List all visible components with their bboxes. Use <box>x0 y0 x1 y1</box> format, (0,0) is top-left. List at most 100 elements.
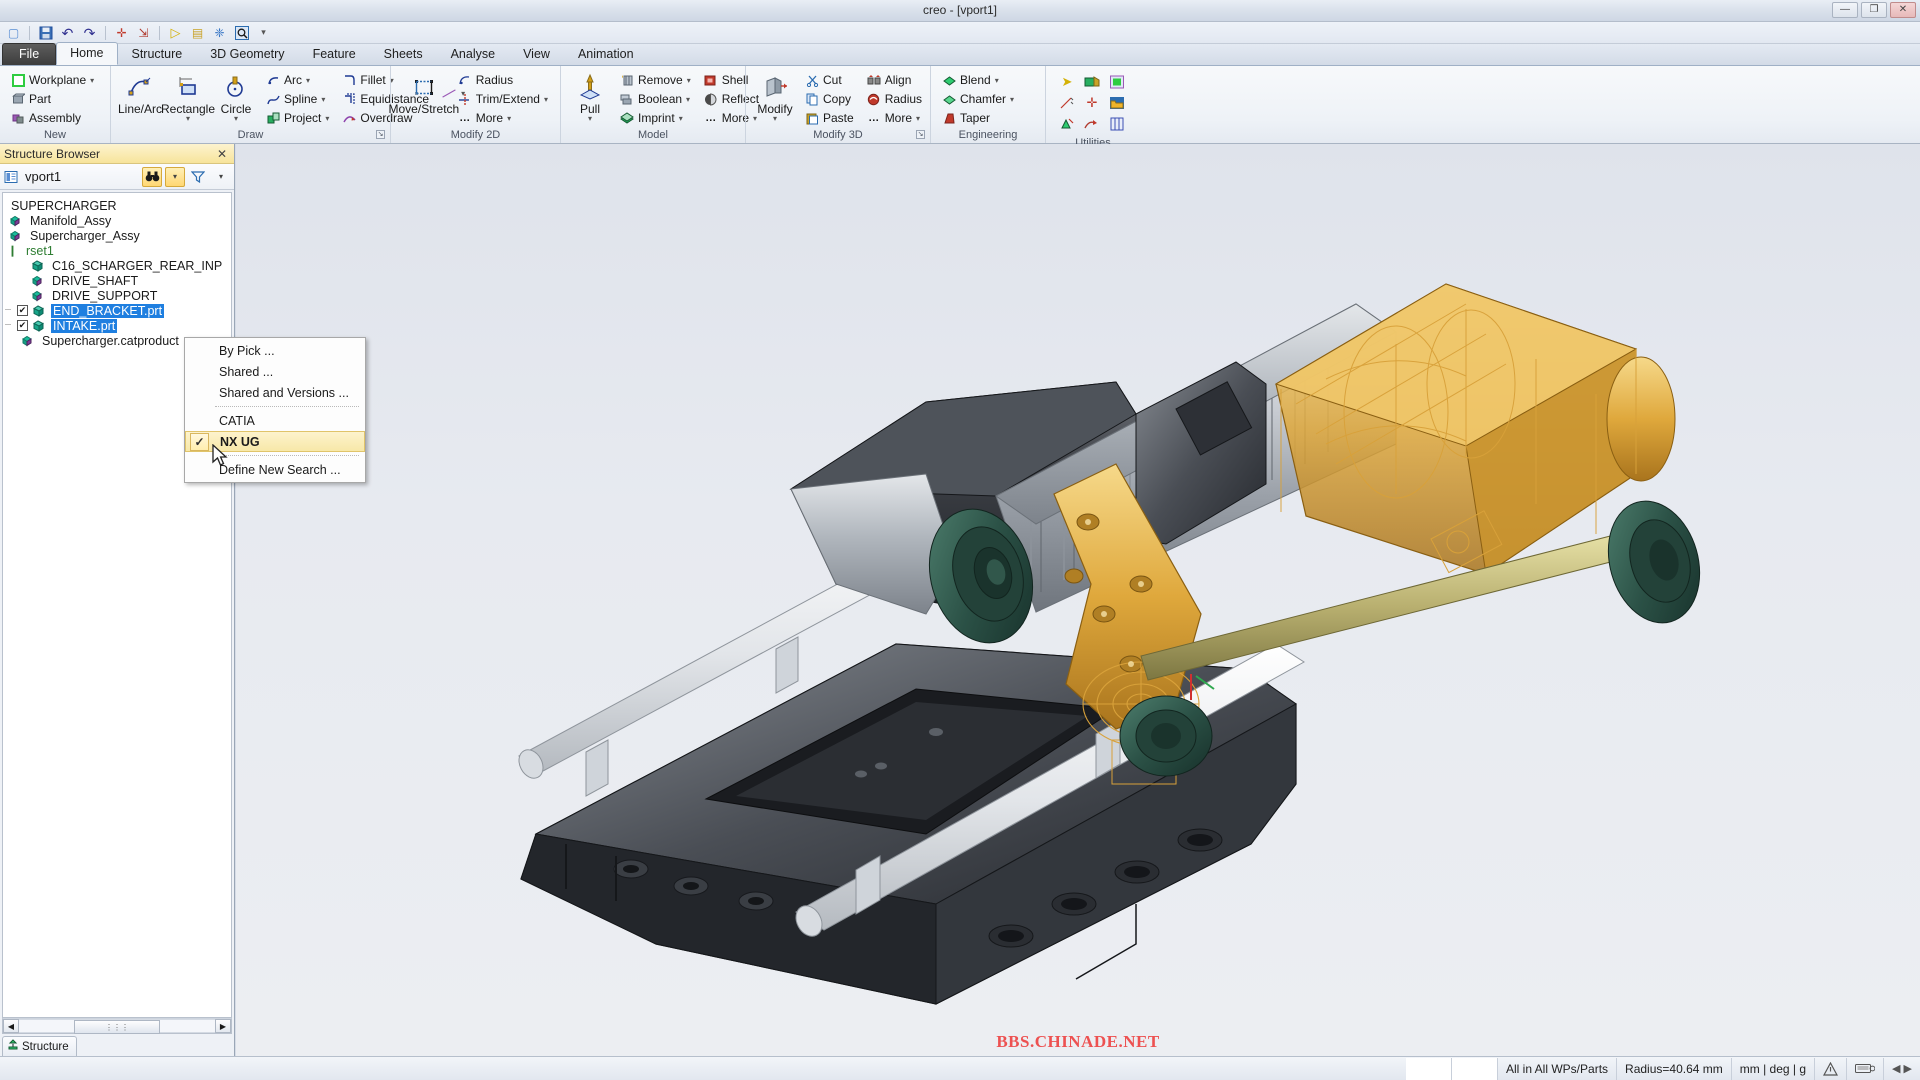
close-button[interactable]: ✕ <box>1890 2 1916 18</box>
menu-item-by-pick[interactable]: By Pick ... <box>185 340 365 361</box>
tree-item-supercharger[interactable]: SUPERCHARGER <box>3 198 231 213</box>
undo-icon[interactable]: ↶ <box>58 24 77 42</box>
tab-structure[interactable]: Structure <box>118 43 197 65</box>
point-cloud-icon[interactable]: ✛ <box>1080 93 1104 113</box>
save-icon[interactable] <box>36 24 55 42</box>
tree-item-intake[interactable]: ┄ ✔ INTAKE.prt <box>3 318 231 333</box>
open-folder-icon[interactable] <box>1105 93 1129 113</box>
tree-item-supercharger-assy[interactable]: Supercharger_Assy <box>3 228 231 243</box>
tab-home[interactable]: Home <box>56 42 118 65</box>
play-icon[interactable]: ▷ <box>166 24 185 42</box>
chevron-down-icon[interactable]: ▾ <box>588 115 592 123</box>
chevron-down-icon[interactable]: ▾ <box>321 95 325 104</box>
dimension-icon[interactable] <box>1055 93 1079 113</box>
chevron-down-icon[interactable]: ▾ <box>234 115 238 123</box>
chevron-down-icon[interactable]: ▾ <box>687 76 691 85</box>
tree-item-drive-shaft[interactable]: DRIVE_SHAFT <box>3 273 231 288</box>
tab-3d-geometry[interactable]: 3D Geometry <box>196 43 298 65</box>
chevron-down-icon[interactable]: ▾ <box>306 76 310 85</box>
minimize-button[interactable]: — <box>1832 2 1858 18</box>
restore-button[interactable]: ❐ <box>1861 2 1887 18</box>
scrollbar-thumb[interactable]: ⋮⋮⋮ <box>73 1020 161 1034</box>
assembly-button[interactable]: Assembly <box>8 109 98 127</box>
tree-item-checkbox[interactable]: ✔ <box>17 320 28 331</box>
cut-button[interactable]: Cut <box>802 71 858 89</box>
paste-button[interactable]: Paste <box>802 109 858 127</box>
list-play-icon[interactable]: ▤ <box>188 24 207 42</box>
modify-button[interactable]: Modify ▾ <box>752 70 798 123</box>
filter-dropdown-arrow[interactable]: ▾ <box>211 167 231 187</box>
scrollbar-track[interactable]: ⋮⋮⋮ <box>19 1019 215 1034</box>
binoculars-dropdown-arrow[interactable]: ▾ <box>165 166 185 187</box>
arc-button[interactable]: Arc ▾ <box>263 71 333 89</box>
scroll-right-arrow-icon[interactable]: ▶ <box>215 1019 231 1033</box>
menu-item-nx-ug[interactable]: ✓ NX UG <box>185 431 365 452</box>
chevron-down-icon[interactable]: ▾ <box>773 115 777 123</box>
tree-item-end-bracket[interactable]: ┄ ✔ END_BRACKET.prt <box>3 303 231 318</box>
chevron-down-icon[interactable]: ▾ <box>995 76 999 85</box>
tab-view[interactable]: View <box>509 43 564 65</box>
grid-icon[interactable] <box>1105 114 1129 134</box>
scroll-left-arrow-icon[interactable]: ◀ <box>3 1019 19 1033</box>
dock-tab-structure[interactable]: Structure <box>2 1036 77 1056</box>
project-button[interactable]: Project ▾ <box>263 109 333 127</box>
warning-icon[interactable] <box>1815 1057 1848 1080</box>
copy-button[interactable]: Copy <box>802 90 858 108</box>
taper-button[interactable]: Taper <box>939 109 1018 127</box>
chevron-down-icon[interactable]: ▾ <box>1010 95 1014 104</box>
workplane-button[interactable]: Workplane ▾ <box>8 71 98 89</box>
filter-icon[interactable] <box>188 167 208 187</box>
pull-button[interactable]: Pull ▾ <box>567 70 613 123</box>
tab-feature[interactable]: Feature <box>299 43 370 65</box>
redo-icon[interactable]: ↷ <box>80 24 99 42</box>
snap-icon[interactable]: ❈ <box>210 24 229 42</box>
spline-button[interactable]: Spline ▾ <box>263 90 333 108</box>
menu-item-define-new-search[interactable]: Define New Search ... <box>185 459 365 480</box>
chevron-down-icon[interactable]: ▾ <box>544 95 548 104</box>
select-arrow-icon[interactable]: ➤ <box>1055 72 1079 92</box>
display-mode-icon[interactable] <box>1105 72 1129 92</box>
chevron-down-icon[interactable]: ▾ <box>916 114 920 123</box>
new-document-icon[interactable]: ▢ <box>4 24 23 42</box>
align-button[interactable]: Align <box>864 71 926 89</box>
chevron-down-icon[interactable]: ▾ <box>679 114 683 123</box>
modify-3d-dialog-launcher[interactable]: ↘ <box>916 130 925 139</box>
boolean-button[interactable]: Boolean ▾ <box>617 90 695 108</box>
chevron-down-icon[interactable]: ▾ <box>186 115 190 123</box>
move-stretch-button[interactable]: Move/Stretch <box>389 70 459 115</box>
viewport-3d[interactable]: BBS.CHINADE.NET <box>236 144 1920 1056</box>
keyboard-icon[interactable] <box>1847 1057 1885 1080</box>
part-button[interactable]: Part <box>8 90 98 108</box>
radius-3d-button[interactable]: Radius <box>864 90 926 108</box>
tree-item-checkbox[interactable]: ✔ <box>17 305 28 316</box>
tab-animation[interactable]: Animation <box>564 43 648 65</box>
blend-button[interactable]: Blend ▾ <box>939 71 1018 89</box>
measure-icon[interactable]: ✛ <box>112 24 131 42</box>
chevron-down-icon[interactable]: ▾ <box>507 114 511 123</box>
tab-sheets[interactable]: Sheets <box>370 43 437 65</box>
binoculars-icon[interactable] <box>142 166 162 187</box>
menu-item-shared[interactable]: Shared ... <box>185 361 365 382</box>
line-arc-button[interactable]: Line/Arc <box>117 70 163 115</box>
tab-file[interactable]: File <box>2 43 57 65</box>
customize-qat-icon[interactable]: ▾ <box>254 24 273 42</box>
export-view-icon[interactable] <box>1080 114 1104 134</box>
menu-item-shared-and-versions[interactable]: Shared and Versions ... <box>185 382 365 403</box>
draw-dialog-launcher[interactable]: ↘ <box>376 130 385 139</box>
menu-item-catia[interactable]: CATIA <box>185 410 365 431</box>
tab-analyse[interactable]: Analyse <box>437 43 509 65</box>
remove-button[interactable]: Remove ▾ <box>617 71 695 89</box>
radius-button[interactable]: Radius <box>455 71 552 89</box>
chevron-down-icon[interactable]: ▾ <box>686 95 690 104</box>
zoom-window-icon[interactable] <box>232 24 251 42</box>
more-3d-button[interactable]: … More ▾ <box>864 109 926 127</box>
tree-item-manifold-assy[interactable]: Manifold_Assy <box>3 213 231 228</box>
render-icon[interactable] <box>1080 72 1104 92</box>
tree-item-c16-scharger-rear-inp[interactable]: C16_SCHARGER_REAR_INP <box>3 258 231 273</box>
chevron-down-icon[interactable]: ▾ <box>90 76 94 85</box>
structure-tree[interactable]: SUPERCHARGER Manifold_Assy Supercharger_… <box>2 192 232 1018</box>
tree-horizontal-scrollbar[interactable]: ◀ ⋮⋮⋮ ▶ <box>2 1018 232 1034</box>
chamfer-button[interactable]: Chamfer ▾ <box>939 90 1018 108</box>
rectangle-button[interactable]: Rectangle ▾ <box>161 70 215 123</box>
circle-button[interactable]: Circle ▾ <box>213 70 259 123</box>
